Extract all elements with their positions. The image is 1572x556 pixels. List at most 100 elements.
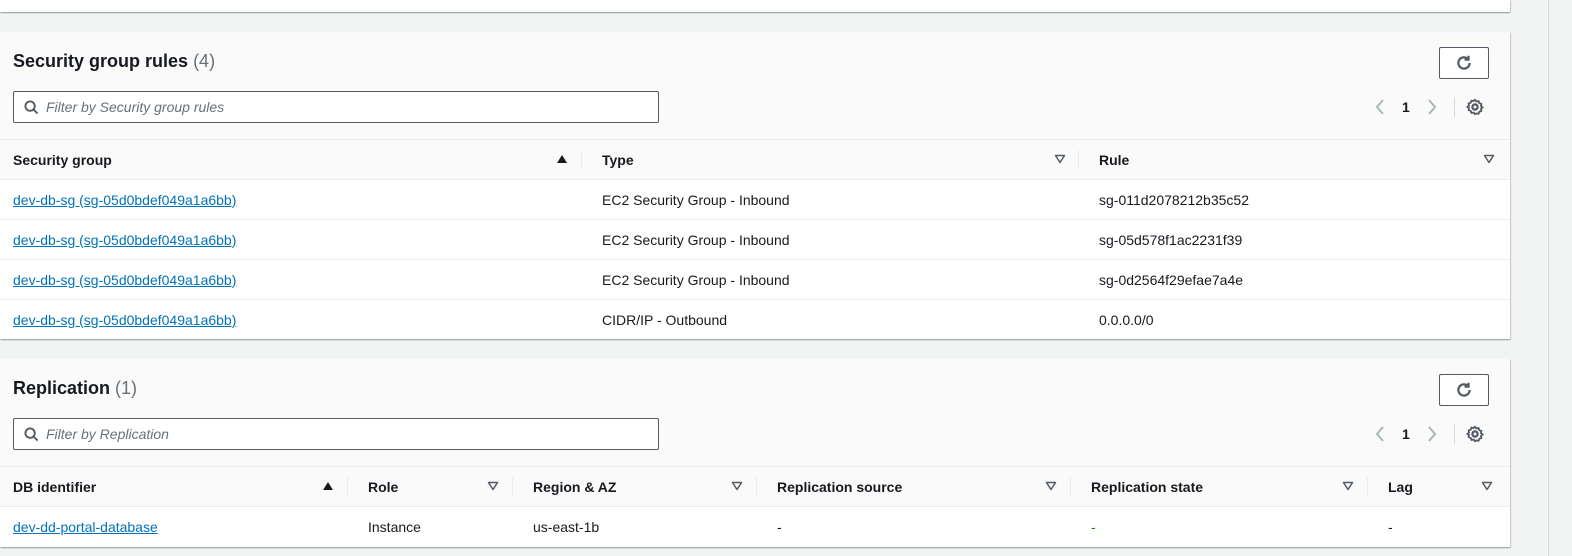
- previous-section-card: [0, 0, 1510, 12]
- sort-descending-outline-icon: [1054, 154, 1066, 164]
- chevron-left-icon: [1375, 426, 1384, 442]
- column-divider: [512, 477, 513, 496]
- column-label: Role: [368, 478, 399, 495]
- security-group-rules-panel: Security group rules (4) 1 Security: [0, 32, 1510, 339]
- page-number[interactable]: 1: [1402, 99, 1410, 115]
- column-divider: [347, 477, 348, 496]
- scrollbar-track[interactable]: [1548, 0, 1549, 556]
- refresh-button[interactable]: [1439, 374, 1489, 406]
- search-icon: [24, 100, 39, 120]
- db-identifier-link[interactable]: dev-dd-portal-database: [13, 519, 158, 535]
- column-divider: [756, 477, 757, 496]
- preferences-button[interactable]: [1465, 424, 1485, 444]
- column-divider: [1070, 477, 1071, 496]
- prev-page-button[interactable]: [1370, 97, 1390, 117]
- panel-title-text: Replication: [13, 378, 111, 398]
- replication-panel: Replication (1) 1 DB identifier: [0, 359, 1510, 547]
- column-header-db-identifier[interactable]: DB identifier: [0, 467, 356, 507]
- panel-title: Security group rules (4): [13, 51, 215, 72]
- next-page-button[interactable]: [1422, 97, 1442, 117]
- panel-title: Replication (1): [13, 378, 137, 399]
- column-label: Lag: [1388, 478, 1413, 495]
- cell-type: EC2 Security Group - Inbound: [602, 231, 790, 248]
- search-icon: [24, 427, 39, 447]
- replication-table: DB identifier Role Region & AZ Replicati…: [0, 466, 1510, 547]
- panel-title-text: Security group rules: [13, 51, 189, 71]
- sort-descending-outline-icon: [1483, 154, 1495, 164]
- pagination: 1: [1370, 97, 1485, 117]
- column-header-replication-source[interactable]: Replication source: [765, 467, 1079, 507]
- security-group-link[interactable]: dev-db-sg (sg-05d0bdef049a1a6bb): [13, 272, 236, 288]
- filter-field[interactable]: [13, 91, 659, 123]
- chevron-right-icon: [1428, 426, 1437, 442]
- sort-descending-outline-icon: [1342, 481, 1354, 491]
- cell-type: EC2 Security Group - Inbound: [602, 191, 790, 208]
- cell-rule: sg-011d2078212b35c52: [1099, 191, 1249, 208]
- cell-role: Instance: [368, 518, 421, 535]
- next-page-button[interactable]: [1422, 424, 1442, 444]
- column-header-region-az[interactable]: Region & AZ: [521, 467, 765, 507]
- refresh-button[interactable]: [1439, 47, 1489, 79]
- column-label: Security group: [13, 151, 112, 168]
- column-header-role[interactable]: Role: [356, 467, 521, 507]
- cell-lag: -: [1388, 518, 1393, 535]
- chevron-right-icon: [1428, 99, 1437, 115]
- column-header-replication-state[interactable]: Replication state: [1079, 467, 1376, 507]
- column-header-security-group[interactable]: Security group: [0, 140, 590, 180]
- pagination: 1: [1370, 424, 1485, 444]
- panel-title-count: (4): [193, 51, 216, 71]
- cell-security-group: dev-db-sg (sg-05d0bdef049a1a6bb): [0, 300, 590, 340]
- table-header-row: Security group Type Rule: [0, 139, 1510, 180]
- column-label: DB identifier: [13, 478, 97, 495]
- table-row: dev-dd-portal-database Instance us-east-…: [0, 507, 1510, 547]
- column-header-type[interactable]: Type: [590, 140, 1087, 180]
- gear-icon: [1466, 98, 1484, 116]
- security-group-link[interactable]: dev-db-sg (sg-05d0bdef049a1a6bb): [13, 232, 236, 248]
- security-group-link[interactable]: dev-db-sg (sg-05d0bdef049a1a6bb): [13, 192, 236, 208]
- refresh-icon: [1457, 55, 1471, 70]
- column-label: Region & AZ: [533, 478, 617, 495]
- search-input[interactable]: [46, 97, 646, 117]
- cell-rule: sg-05d578f1ac2231f39: [1099, 231, 1243, 248]
- filter-field[interactable]: [13, 418, 659, 450]
- column-label: Rule: [1099, 151, 1130, 168]
- column-divider: [581, 150, 582, 169]
- sort-descending-outline-icon: [731, 481, 743, 491]
- chevron-left-icon: [1375, 99, 1384, 115]
- cell-security-group: dev-db-sg (sg-05d0bdef049a1a6bb): [0, 220, 590, 260]
- security-group-link[interactable]: dev-db-sg (sg-05d0bdef049a1a6bb): [13, 312, 236, 328]
- sort-descending-outline-icon: [487, 481, 499, 491]
- sort-ascending-icon: [323, 482, 333, 490]
- table-row: dev-db-sg (sg-05d0bdef049a1a6bb) EC2 Sec…: [0, 260, 1510, 300]
- gear-icon: [1466, 425, 1484, 443]
- cell-rule: 0.0.0.0/0: [1099, 311, 1154, 328]
- sort-descending-outline-icon: [1045, 481, 1057, 491]
- cell-type: CIDR/IP - Outbound: [602, 311, 728, 328]
- search-input[interactable]: [46, 424, 646, 444]
- cell-region-az: us-east-1b: [533, 518, 600, 535]
- sort-descending-outline-icon: [1481, 481, 1493, 491]
- table-row: dev-db-sg (sg-05d0bdef049a1a6bb) CIDR/IP…: [0, 300, 1510, 340]
- page-number[interactable]: 1: [1402, 426, 1410, 442]
- cell-security-group: dev-db-sg (sg-05d0bdef049a1a6bb): [0, 180, 590, 220]
- column-header-lag[interactable]: Lag: [1376, 467, 1510, 507]
- cell-rule: sg-0d2564f29efae7a4e: [1099, 271, 1244, 288]
- column-divider: [1367, 477, 1368, 496]
- column-label: Type: [602, 151, 634, 168]
- preferences-button[interactable]: [1465, 97, 1485, 117]
- column-header-rule[interactable]: Rule: [1087, 140, 1510, 180]
- column-divider: [1078, 150, 1079, 169]
- table-row: dev-db-sg (sg-05d0bdef049a1a6bb) EC2 Sec…: [0, 180, 1510, 220]
- prev-page-button[interactable]: [1370, 424, 1390, 444]
- table-header-row: DB identifier Role Region & AZ Replicati…: [0, 466, 1510, 507]
- pager-divider: [1453, 424, 1455, 444]
- cell-replication-source: -: [777, 518, 782, 535]
- cell-security-group: dev-db-sg (sg-05d0bdef049a1a6bb): [0, 260, 590, 300]
- panel-title-count: (1): [115, 378, 138, 398]
- pager-divider: [1453, 97, 1455, 117]
- sort-ascending-icon: [557, 155, 567, 163]
- security-group-rules-table: Security group Type Rule dev-db-sg (sg-0…: [0, 139, 1510, 340]
- table-row: dev-db-sg (sg-05d0bdef049a1a6bb) EC2 Sec…: [0, 220, 1510, 260]
- cell-db-identifier: dev-dd-portal-database: [0, 507, 356, 547]
- refresh-icon: [1457, 382, 1471, 397]
